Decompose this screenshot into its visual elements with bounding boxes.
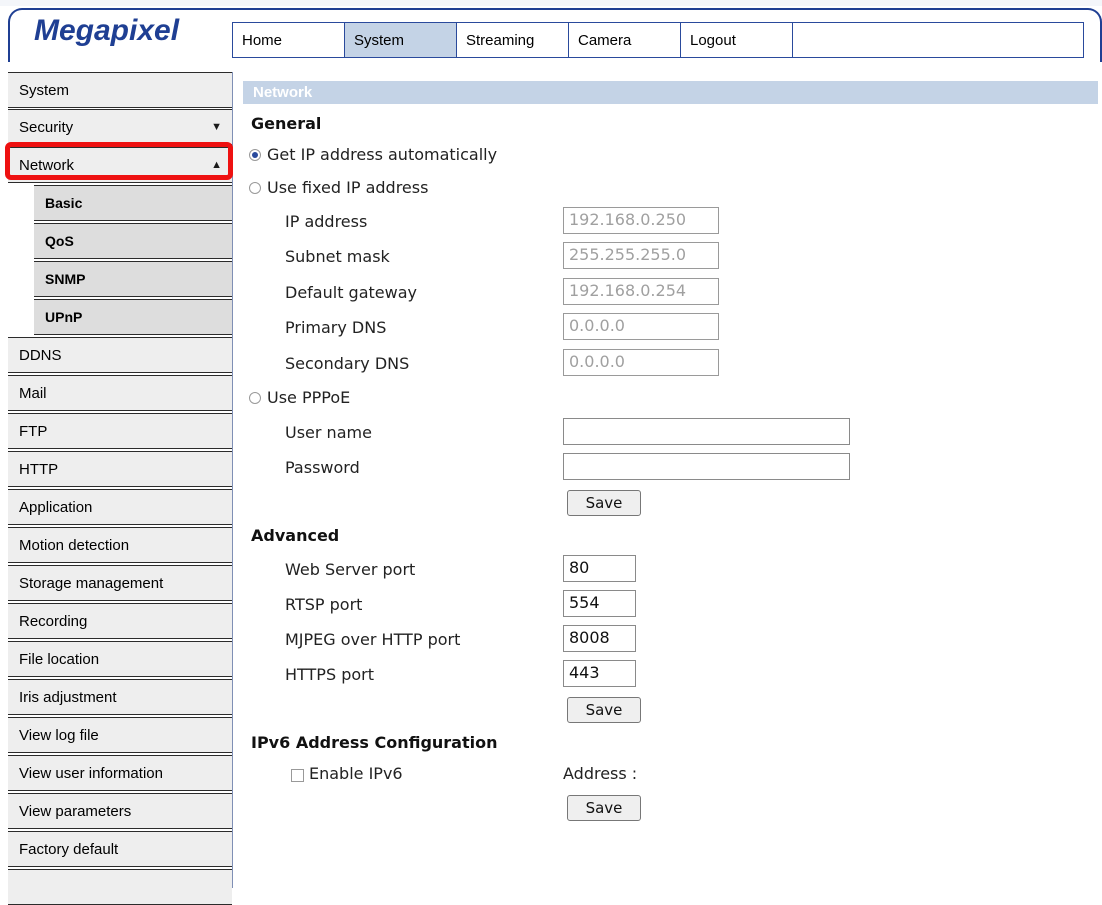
rtsp-port-label: RTSP port <box>285 595 363 614</box>
ip-address-input[interactable]: 192.168.0.250 <box>563 207 719 234</box>
sidebar-item-label: View log file <box>19 726 99 744</box>
tab-system[interactable]: System <box>344 22 456 58</box>
mjpeg-port-label: MJPEG over HTTP port <box>285 630 461 649</box>
sidebar-item-label: Basic <box>45 195 83 211</box>
main-content: Network General Get IP address automatic… <box>233 72 1102 888</box>
sidebar-item-recording[interactable]: Recording <box>8 603 232 639</box>
general-save-button[interactable]: Save <box>567 490 641 516</box>
sidebar: System Security ▼ Network ▲ Basic QoS SNMP… <box>5 72 233 905</box>
ipv6-save-button[interactable]: Save <box>567 795 641 821</box>
radio-pppoe-label: Use PPPoE <box>267 388 351 407</box>
sidebar-subitem-qos[interactable]: QoS <box>34 223 232 259</box>
rtsp-port-input[interactable]: 554 <box>563 590 636 617</box>
sidebar-item-label: Storage management <box>19 574 164 592</box>
sidebar-item-ddns[interactable]: DDNS <box>8 337 232 373</box>
pppoe-username-input[interactable] <box>563 418 850 445</box>
sidebar-item-network[interactable]: Network ▲ <box>8 147 232 183</box>
enable-ipv6-label: Enable IPv6 <box>309 764 403 783</box>
radio-fixed-ip[interactable] <box>249 182 261 194</box>
sidebar-item-label: SNMP <box>45 271 86 287</box>
advanced-heading: Advanced <box>251 526 340 545</box>
sidebar-item-application[interactable]: Application <box>8 489 232 525</box>
section-title-bar: Network <box>243 81 1098 104</box>
sidebar-item-label: Network <box>19 156 75 174</box>
ipv6-address-label: Address : <box>563 764 638 783</box>
ipv6-heading: IPv6 Address Configuration <box>251 733 498 752</box>
tab-streaming[interactable]: Streaming <box>456 22 568 58</box>
sidebar-item-view-log-file[interactable]: View log file <box>8 717 232 753</box>
general-heading: General <box>251 114 322 133</box>
ip-address-label: IP address <box>285 212 368 231</box>
sidebar-item-label: DDNS <box>19 346 62 364</box>
subnet-mask-label: Subnet mask <box>285 247 390 266</box>
header: Megapixel Home System Streaming Camera L… <box>0 0 1102 62</box>
tab-camera[interactable]: Camera <box>568 22 680 58</box>
mjpeg-port-input[interactable]: 8008 <box>563 625 636 652</box>
radio-fixed-ip-label: Use fixed IP address <box>267 178 429 197</box>
logo: Megapixel <box>34 14 180 47</box>
sidebar-item-label: View user information <box>19 764 163 782</box>
sidebar-item-label: Recording <box>19 612 88 630</box>
sidebar-item-ftp[interactable]: FTP <box>8 413 232 449</box>
sidebar-item-label: Mail <box>19 384 47 402</box>
sidebar-item-label: QoS <box>45 233 74 249</box>
sidebar-item-security[interactable]: Security ▼ <box>8 109 232 145</box>
sidebar-item-view-user-information[interactable]: View user information <box>8 755 232 791</box>
tab-logout[interactable]: Logout <box>680 22 792 58</box>
sidebar-item-label: Iris adjustment <box>19 688 117 706</box>
primary-dns-input[interactable]: 0.0.0.0 <box>563 313 719 340</box>
sidebar-item-mail[interactable]: Mail <box>8 375 232 411</box>
radio-pppoe[interactable] <box>249 392 261 404</box>
sidebar-item-label: Factory default <box>19 840 119 858</box>
tab-spacer <box>792 22 1084 58</box>
sidebar-item-system[interactable]: System <box>8 72 232 108</box>
secondary-dns-input[interactable]: 0.0.0.0 <box>563 349 719 376</box>
sidebar-item-label: View parameters <box>19 802 132 820</box>
sidebar-subitem-upnp[interactable]: UPnP <box>34 299 232 335</box>
primary-dns-label: Primary DNS <box>285 318 387 337</box>
pppoe-password-input[interactable] <box>563 453 850 480</box>
enable-ipv6-checkbox[interactable] <box>291 769 304 782</box>
web-server-port-input[interactable]: 80 <box>563 555 636 582</box>
collapse-arrow-icon: ▲ <box>211 159 222 171</box>
sidebar-item-view-parameters[interactable]: View parameters <box>8 793 232 829</box>
default-gateway-label: Default gateway <box>285 283 417 302</box>
advanced-save-button[interactable]: Save <box>567 697 641 723</box>
sidebar-item-iris-adjustment[interactable]: Iris adjustment <box>8 679 232 715</box>
sidebar-item-label: Motion detection <box>19 536 130 554</box>
sidebar-item-next[interactable] <box>8 869 232 905</box>
sidebar-item-label: HTTP <box>19 460 59 478</box>
sidebar-item-label: File location <box>19 650 100 668</box>
default-gateway-input[interactable]: 192.168.0.254 <box>563 278 719 305</box>
sidebar-item-label: Application <box>19 498 93 516</box>
sidebar-item-factory-default[interactable]: Factory default <box>8 831 232 867</box>
sidebar-subitem-snmp[interactable]: SNMP <box>34 261 232 297</box>
top-tabs: Home System Streaming Camera Logout <box>232 22 1084 60</box>
expand-arrow-icon: ▼ <box>211 121 222 133</box>
sidebar-item-file-location[interactable]: File location <box>8 641 232 677</box>
web-server-port-label: Web Server port <box>285 560 416 579</box>
sidebar-item-motion-detection[interactable]: Motion detection <box>8 527 232 563</box>
radio-auto-ip[interactable] <box>249 149 261 161</box>
sidebar-item-storage-management[interactable]: Storage management <box>8 565 232 601</box>
section-title: Network <box>253 84 313 101</box>
sidebar-item-label: System <box>19 81 70 99</box>
https-port-input[interactable]: 443 <box>563 660 636 687</box>
sidebar-item-http[interactable]: HTTP <box>8 451 232 487</box>
pppoe-username-label: User name <box>285 423 372 442</box>
https-port-label: HTTPS port <box>285 665 374 684</box>
secondary-dns-label: Secondary DNS <box>285 354 410 373</box>
tab-home[interactable]: Home <box>232 22 344 58</box>
sidebar-item-label: Security <box>19 118 74 136</box>
sidebar-subitem-basic[interactable]: Basic <box>34 185 232 221</box>
sidebar-item-label: UPnP <box>45 309 83 325</box>
radio-auto-ip-label: Get IP address automatically <box>267 145 498 164</box>
subnet-mask-input[interactable]: 255.255.255.0 <box>563 242 719 269</box>
pppoe-password-label: Password <box>285 458 360 477</box>
sidebar-item-label: FTP <box>19 422 48 440</box>
top-strip <box>0 0 1102 6</box>
